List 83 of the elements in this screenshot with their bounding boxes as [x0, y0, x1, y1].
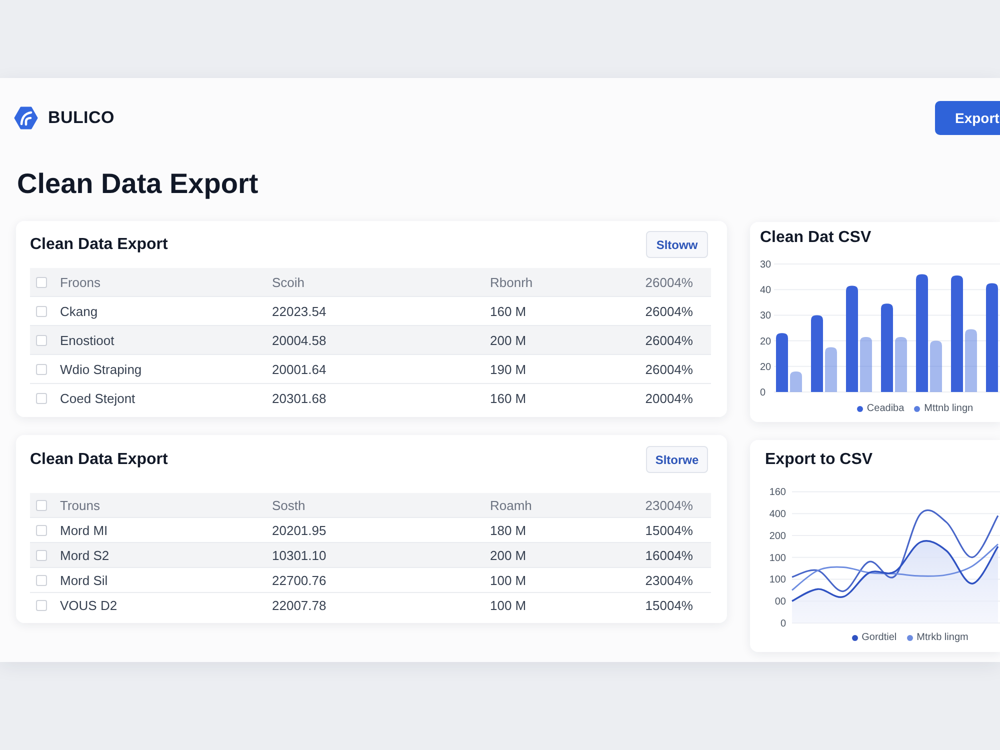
chart-title: Clean Dat CSV — [760, 228, 872, 248]
table-row[interactable]: Mord S2 10301.10 200 M 16004% — [30, 542, 711, 567]
card-action-button[interactable]: Sltoww — [646, 231, 708, 258]
table-cell: 20001.64 — [272, 362, 326, 376]
row-checkbox[interactable] — [36, 524, 47, 536]
table-cell: 15004% — [645, 598, 693, 612]
export-button[interactable]: Export — [935, 101, 1000, 135]
select-all-checkbox[interactable] — [36, 500, 47, 510]
card-title: Clean Data Export — [30, 450, 168, 468]
column-header: 26004% — [645, 274, 693, 290]
legend-label: Mttnb lingn — [924, 403, 974, 415]
table-cell: 20004.58 — [272, 332, 326, 348]
logo-icon — [14, 106, 38, 130]
table-cell: Wdio Straping — [60, 362, 142, 376]
column-header: Rbonrh — [490, 274, 533, 290]
axis-tick-label: 20 — [760, 362, 772, 373]
row-checkbox[interactable] — [36, 600, 47, 610]
table-cell: 26004% — [645, 304, 693, 318]
column-header: Scoih — [272, 274, 305, 290]
legend-label: Mtrkb lingm — [916, 632, 968, 644]
table-cell: 180 M — [490, 522, 526, 538]
table-cell: 26004% — [645, 332, 693, 348]
column-header: 23004% — [645, 498, 693, 512]
axis-tick-label: 160 — [769, 487, 786, 498]
axis-tick-label: 100 — [769, 552, 786, 564]
table-row[interactable]: VOUS D2 22007.78 100 M 15004% — [30, 592, 711, 617]
table-row[interactable]: Wdio Straping 20001.64 190 M 26004% — [30, 354, 711, 383]
table-cell: Enostioot — [60, 332, 114, 348]
table-cell: VOUS D2 — [60, 598, 118, 612]
table-cell: Mord Sil — [60, 572, 108, 588]
table-row[interactable]: Enostioot 20004.58 200 M 26004% — [30, 325, 711, 354]
legend-label: Gordtiel — [862, 632, 897, 644]
table-cell: 20004% — [645, 390, 693, 406]
axis-tick-label: 00 — [774, 596, 786, 608]
table-cell: 23004% — [645, 572, 693, 588]
table-cell: 26004% — [645, 362, 693, 376]
row-checkbox[interactable] — [36, 574, 47, 586]
table-cell: Mord S2 — [60, 548, 110, 562]
axis-tick-label: 20 — [760, 336, 772, 348]
axis-tick-label: 30 — [760, 260, 772, 270]
table-cell: 16004% — [645, 548, 693, 562]
brand-name: BULICO — [48, 108, 114, 128]
table-cell: 160 M — [490, 304, 526, 318]
column-header: Roamh — [490, 498, 532, 512]
row-checkbox[interactable] — [36, 306, 47, 316]
chart-title: Export to CSV — [765, 450, 873, 470]
table-row[interactable]: Coed Stejont 20301.68 160 M 20004% — [30, 383, 711, 412]
table-cell: 190 M — [490, 362, 526, 376]
axis-tick-label: 40 — [760, 285, 772, 296]
row-checkbox[interactable] — [36, 392, 47, 404]
table-row[interactable]: Mord Sil 22700.76 100 M 23004% — [30, 567, 711, 592]
table-cell: 200 M — [490, 332, 526, 348]
page-title: Clean Data Export — [17, 167, 258, 201]
select-all-checkbox[interactable] — [36, 276, 47, 288]
axis-tick-label: 30 — [760, 310, 772, 322]
card-title: Clean Data Export — [30, 236, 168, 254]
table-cell: 22023.54 — [272, 304, 326, 318]
table-cell: 200 M — [490, 548, 526, 562]
row-checkbox[interactable] — [36, 550, 47, 560]
column-header: Froons — [60, 274, 100, 290]
row-checkbox[interactable] — [36, 364, 47, 374]
legend-label: Ceadiba — [866, 403, 904, 415]
column-header: Trouns — [60, 498, 100, 512]
axis-tick-label: 0 — [760, 388, 766, 398]
table-cell: Coed Stejont — [60, 390, 136, 406]
axis-tick-label: 100 — [769, 574, 786, 586]
table-cell: Ckang — [60, 304, 98, 318]
table-cell: Mord MI — [60, 522, 108, 538]
table-cell: 100 M — [490, 572, 526, 588]
axis-tick-label: 400 — [769, 509, 786, 520]
card-action-button[interactable]: Sltorwe — [646, 446, 708, 473]
column-header: Sosth — [272, 498, 306, 512]
axis-tick-label: 0 — [780, 618, 786, 630]
table-cell: 15004% — [645, 522, 693, 538]
table-cell: 100 M — [490, 598, 526, 612]
table-cell: 160 M — [490, 390, 526, 406]
table-cell: 22007.78 — [272, 598, 326, 612]
row-checkbox[interactable] — [36, 334, 47, 346]
table-cell: 22700.76 — [272, 572, 326, 588]
axis-tick-label: 200 — [769, 530, 786, 542]
table-cell: 10301.10 — [272, 548, 326, 562]
table-cell: 20201.95 — [272, 522, 326, 538]
table-cell: 20301.68 — [272, 390, 326, 406]
